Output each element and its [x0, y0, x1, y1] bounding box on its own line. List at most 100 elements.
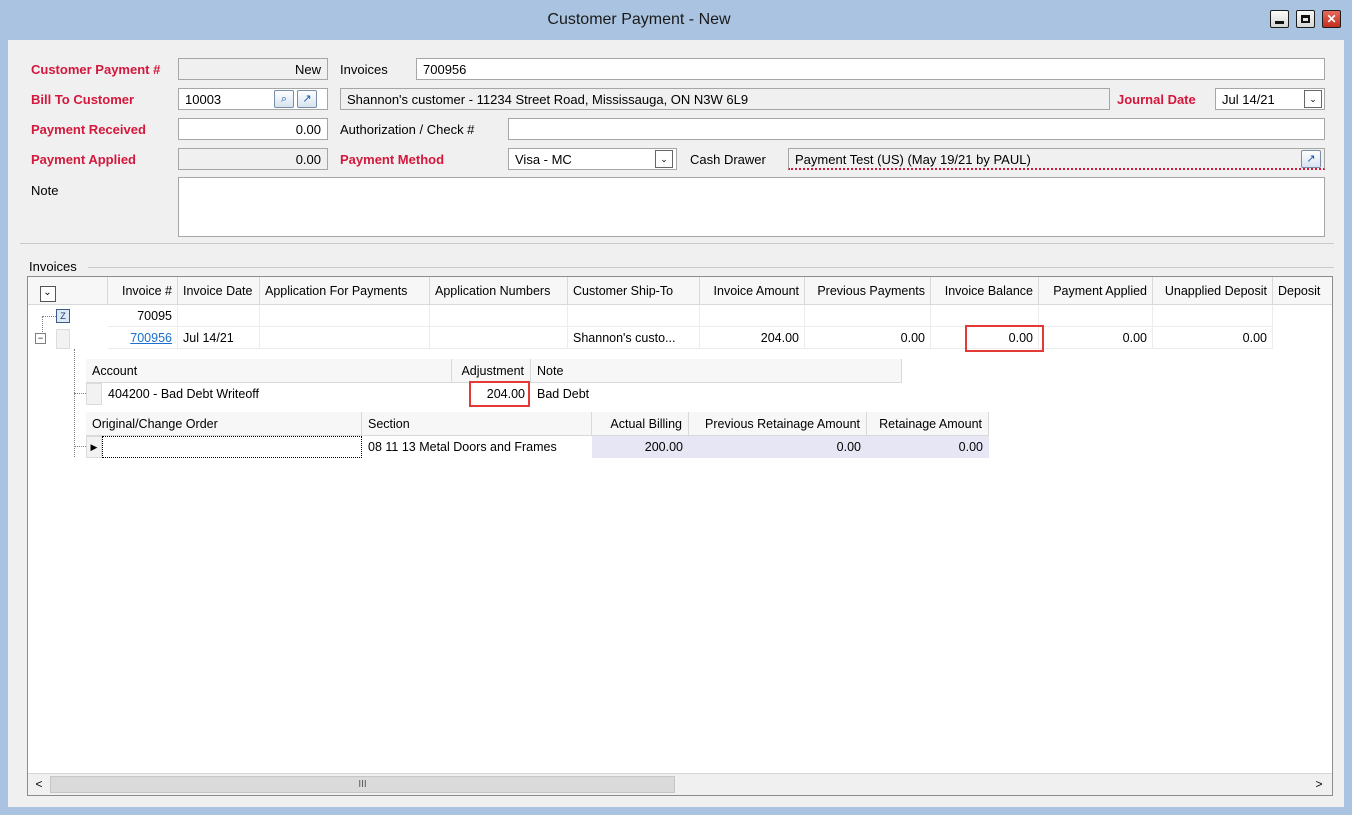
invoice-date-cell: Jul 14/21 [178, 327, 260, 349]
col-application-for-payments[interactable]: Application For Payments [260, 277, 430, 305]
bill-previous-retainage-cell: 0.00 [689, 436, 867, 458]
application-numbers-cell [430, 327, 568, 349]
invoices-field[interactable]: 700956 [416, 58, 1325, 80]
filter-cell[interactable] [931, 305, 1039, 327]
current-row-pointer: ▶ [86, 436, 102, 458]
bill-to-customer-label: Bill To Customer [31, 92, 135, 107]
cash-drawer-field[interactable]: Payment Test (US) (May 19/21 by PAUL) [788, 148, 1325, 170]
bill-col-previous-retainage[interactable]: Previous Retainage Amount [689, 412, 867, 436]
invoice-link[interactable]: 700956 [130, 331, 172, 345]
invoice-number-cell[interactable]: 700956 [108, 327, 178, 349]
application-for-payments-cell [260, 327, 430, 349]
bill-col-actual-billing[interactable]: Actual Billing [592, 412, 689, 436]
bill-order-cell[interactable] [102, 436, 362, 458]
bill-col-retainage[interactable]: Retainage Amount [867, 412, 989, 436]
collapse-row-button[interactable]: − [35, 333, 46, 344]
chevron-down-icon: ⌄ [1309, 94, 1317, 104]
invoices-label: Invoices [340, 62, 388, 77]
col-payment-applied[interactable]: Payment Applied [1039, 277, 1153, 305]
invoices-group-label: Invoices [29, 259, 77, 274]
minimize-button[interactable] [1270, 10, 1289, 28]
journal-date-dropdown[interactable]: ⌄ [1304, 90, 1322, 108]
bill-col-order[interactable]: Original/Change Order [86, 412, 362, 436]
row-selector[interactable] [86, 383, 102, 405]
filter-cell[interactable] [1153, 305, 1273, 327]
tree-line [74, 349, 75, 457]
adj-col-adjustment[interactable]: Adjustment [452, 359, 531, 383]
cash-drawer-label: Cash Drawer [690, 152, 766, 167]
close-button[interactable]: ✕ [1322, 10, 1341, 28]
payment-applied-field: 0.00 [178, 148, 328, 170]
filter-cell[interactable] [260, 305, 430, 327]
bill-to-description: Shannon's customer - 11234 Street Road, … [340, 88, 1110, 110]
filter-cell[interactable] [568, 305, 700, 327]
select-all-header[interactable]: ⌄ [28, 277, 108, 305]
col-invoice-balance[interactable]: Invoice Balance [931, 277, 1039, 305]
payment-applied-label: Payment Applied [31, 152, 136, 167]
row-selector[interactable] [56, 329, 70, 349]
chevron-down-icon: ⌄ [660, 154, 668, 164]
payment-method-dropdown[interactable]: ⌄ [655, 150, 673, 168]
col-unapplied-deposit[interactable]: Unapplied Deposit [1153, 277, 1273, 305]
col-invoice-number[interactable]: Invoice # [108, 277, 178, 305]
payment-method-select[interactable]: Visa - MC [508, 148, 677, 170]
chevron-down-icon[interactable]: ⌄ [39, 286, 56, 302]
bill-col-section[interactable]: Section [362, 412, 592, 436]
col-customer-ship-to[interactable]: Customer Ship-To [568, 277, 700, 305]
filter-cell[interactable] [1039, 305, 1153, 327]
col-invoice-date[interactable]: Invoice Date [178, 277, 260, 305]
link-icon: ↗ [302, 93, 312, 105]
adj-note-cell[interactable]: Bad Debt [531, 383, 902, 405]
unapplied-deposit-cell[interactable]: 0.00 [1153, 327, 1273, 349]
filter-cell[interactable] [700, 305, 805, 327]
invoice-amount-cell: 204.00 [700, 327, 805, 349]
form-body: Customer Payment # New Invoices 700956 B… [8, 40, 1344, 807]
payment-received-label: Payment Received [31, 122, 146, 137]
adj-col-note[interactable]: Note [531, 359, 902, 383]
ship-to-cell: Shannon's custo... [568, 327, 700, 349]
invoices-grid[interactable]: ⌄ Invoice # Invoice Date Application For… [27, 276, 1333, 796]
filter-cell[interactable] [805, 305, 931, 327]
close-icon: ✕ [1326, 12, 1337, 26]
payment-received-field[interactable]: 0.00 [178, 118, 328, 140]
open-customer-button[interactable]: ↗ [297, 90, 317, 108]
adj-col-account[interactable]: Account [86, 359, 452, 383]
invoices-group-divider [88, 267, 1334, 268]
highlight-adjustment [469, 381, 530, 407]
customer-payment-field: New [178, 58, 328, 80]
maximize-icon [1301, 15, 1310, 23]
filter-invoice-number[interactable]: 70095 [108, 305, 178, 327]
note-field[interactable] [178, 177, 1325, 237]
link-icon: ↗ [1306, 153, 1316, 165]
search-icon: ⌕ [280, 93, 288, 105]
scroll-right-button[interactable]: > [1310, 776, 1328, 793]
authorization-field[interactable] [508, 118, 1325, 140]
highlight-invoice-balance [965, 325, 1044, 352]
payment-applied-cell[interactable]: 0.00 [1039, 327, 1153, 349]
header-divider [20, 243, 1334, 244]
tree-line [74, 446, 86, 447]
col-deposit[interactable]: Deposit [1273, 277, 1332, 305]
payment-method-label: Payment Method [340, 152, 445, 167]
col-invoice-amount[interactable]: Invoice Amount [700, 277, 805, 305]
filter-icon[interactable]: Z [56, 309, 70, 323]
search-customer-button[interactable]: ⌕ [274, 90, 294, 108]
journal-date-label: Journal Date [1117, 92, 1196, 107]
col-application-numbers[interactable]: Application Numbers [430, 277, 568, 305]
note-label: Note [31, 183, 59, 198]
scroll-left-button[interactable]: < [30, 776, 48, 793]
customer-payment-label: Customer Payment # [31, 62, 161, 77]
filter-cell[interactable] [178, 305, 260, 327]
filter-cell[interactable] [430, 305, 568, 327]
adj-account-cell[interactable]: 404200 - Bad Debt Writeoff [102, 383, 452, 405]
horizontal-scrollbar[interactable]: < III > [28, 773, 1332, 795]
bill-retainage-cell: 0.00 [867, 436, 989, 458]
tree-line [42, 316, 56, 317]
bill-section-cell: 08 11 13 Metal Doors and Frames [368, 440, 557, 454]
cash-drawer-lookup-button[interactable]: ↗ [1301, 150, 1321, 168]
bill-actual-cell: 200.00 [592, 436, 689, 458]
maximize-button[interactable] [1296, 10, 1315, 28]
col-previous-payments[interactable]: Previous Payments [805, 277, 931, 305]
title-bar: Customer Payment - New ✕ [0, 0, 1352, 40]
scroll-thumb[interactable]: III [50, 776, 675, 793]
